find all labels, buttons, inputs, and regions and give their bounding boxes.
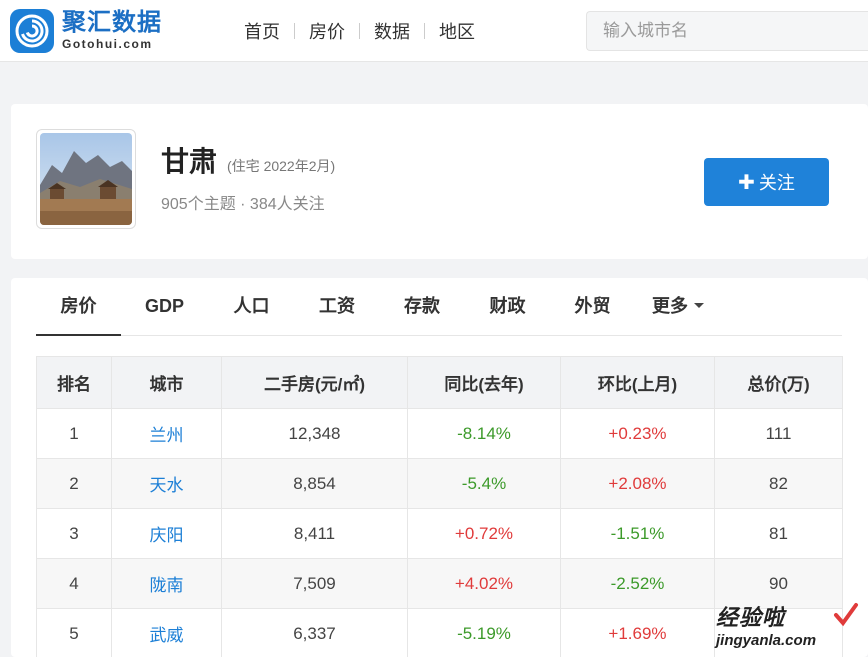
logo-title: 聚汇数据	[62, 9, 162, 36]
city-link[interactable]: 陇南	[111, 558, 222, 609]
total-cell: 82	[714, 458, 843, 509]
yoy-cell: +4.02%	[407, 558, 561, 609]
mom-cell: +0.23%	[560, 408, 715, 459]
table-row: 2 天水 8,854 -5.4% +2.08% 82	[36, 458, 843, 509]
tab-trade[interactable]: 外贸	[550, 278, 635, 336]
region-profile-card: 甘肃 (住宅 2022年2月) 905个主题 · 384人关注 ✚ 关注	[11, 104, 868, 259]
tab-gdp[interactable]: GDP	[121, 278, 208, 336]
tab-finance[interactable]: 财政	[465, 278, 550, 336]
city-link[interactable]: 武威	[111, 608, 222, 657]
city-link[interactable]: 天水	[111, 458, 222, 509]
tab-house-price[interactable]: 房价	[36, 278, 121, 336]
price-cell: 8,854	[221, 458, 408, 509]
follow-button[interactable]: ✚ 关注	[704, 158, 829, 206]
col-yoy[interactable]: 同比(去年)	[407, 356, 561, 409]
plus-icon: ✚	[738, 171, 755, 194]
mom-cell: +1.69%	[560, 608, 715, 657]
city-search-input[interactable]	[586, 11, 868, 51]
table-header-row: 排名 城市 二手房(元/㎡) 同比(去年) 环比(上月) 总价(万)	[36, 356, 843, 409]
rank-cell: 4	[36, 558, 112, 609]
rank-cell: 3	[36, 508, 112, 559]
caret-down-icon	[694, 302, 704, 308]
rank-cell: 1	[36, 408, 112, 459]
top-header: 聚汇数据 Gotohui.com 首页 房价 数据 地区	[0, 0, 868, 62]
rank-cell: 2	[36, 458, 112, 509]
watermark-domain: jingyanla.com	[716, 632, 817, 649]
price-cell: 6,337	[221, 608, 408, 657]
site-logo[interactable]: 聚汇数据 Gotohui.com	[10, 9, 162, 53]
tab-salary[interactable]: 工资	[295, 278, 379, 336]
region-name: 甘肃	[161, 146, 218, 177]
follow-label: 关注	[758, 173, 795, 193]
city-link[interactable]: 兰州	[111, 408, 222, 459]
yoy-cell: -5.4%	[407, 458, 561, 509]
main-nav: 首页 房价 数据 地区	[230, 18, 489, 44]
tab-deposits[interactable]: 存款	[379, 278, 465, 336]
price-cell: 7,509	[221, 558, 408, 609]
price-cell: 12,348	[221, 408, 408, 459]
region-thumbnail	[36, 129, 136, 229]
yoy-cell: +0.72%	[407, 508, 561, 559]
tab-more-label: 更多	[652, 296, 688, 316]
nav-house-price[interactable]: 房价	[295, 18, 359, 44]
yoy-cell: -8.14%	[407, 408, 561, 459]
col-price[interactable]: 二手房(元/㎡)	[221, 356, 408, 409]
table-row: 1 兰州 12,348 -8.14% +0.23% 111	[36, 408, 843, 459]
rank-cell: 5	[36, 608, 112, 657]
logo-swirl-icon	[10, 9, 54, 53]
logo-domain: Gotohui.com	[62, 37, 153, 51]
watermark: 经验啦 jingyanla.com	[716, 600, 861, 654]
category-tabs: 房价 GDP 人口 工资 存款 财政 外贸 更多	[36, 278, 842, 336]
total-cell: 111	[714, 408, 843, 459]
nav-home[interactable]: 首页	[230, 18, 294, 44]
total-cell: 81	[714, 508, 843, 559]
tab-population[interactable]: 人口	[208, 278, 295, 336]
region-stats: 905个主题 · 384人关注	[161, 196, 325, 213]
mom-cell: -2.52%	[560, 558, 715, 609]
table-row: 3 庆阳 8,411 +0.72% -1.51% 81	[36, 508, 843, 559]
tab-more[interactable]: 更多	[635, 278, 721, 336]
mom-cell: -1.51%	[560, 508, 715, 559]
col-mom[interactable]: 环比(上月)	[560, 356, 715, 409]
nav-region[interactable]: 地区	[425, 18, 489, 44]
yoy-cell: -5.19%	[407, 608, 561, 657]
check-icon	[834, 603, 858, 627]
nav-data[interactable]: 数据	[360, 18, 424, 44]
mom-cell: +2.08%	[560, 458, 715, 509]
col-city[interactable]: 城市	[111, 356, 222, 409]
col-total[interactable]: 总价(万)	[714, 356, 843, 409]
city-link[interactable]: 庆阳	[111, 508, 222, 559]
col-rank[interactable]: 排名	[36, 356, 112, 409]
price-cell: 8,411	[221, 508, 408, 559]
region-subtitle: (住宅 2022年2月)	[227, 158, 336, 174]
